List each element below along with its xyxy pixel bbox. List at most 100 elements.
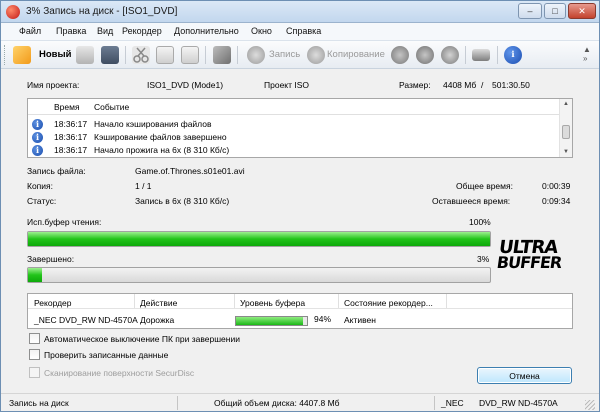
- close-button[interactable]: ✕: [568, 3, 596, 19]
- scroll-down-icon[interactable]: ▼: [563, 149, 569, 155]
- log-scrollbar[interactable]: ▲ ▼: [559, 99, 572, 157]
- toolbar-separator: [497, 46, 498, 64]
- paste-icon[interactable]: [181, 46, 199, 64]
- verify-data-label: Проверить записанные данные: [44, 350, 169, 360]
- burn-disc-icon[interactable]: [247, 46, 265, 64]
- col-recorder[interactable]: Рекордер: [34, 298, 72, 308]
- menu-window[interactable]: Окно: [251, 26, 272, 36]
- toolbar: Новый Запись Копирование i ▲»: [1, 41, 599, 69]
- new-button[interactable]: Новый: [39, 49, 71, 60]
- status-drive-prefix: _NEC: [441, 398, 464, 408]
- column-divider: [338, 294, 339, 308]
- status-disk-total: Общий объем диска: 4407.8 Мб: [214, 398, 340, 408]
- recorder-table-header: Рекордер Действие Уровень буфера Состоян…: [28, 294, 572, 309]
- info-icon: i: [32, 145, 43, 156]
- read-buffer-fill: [28, 232, 490, 246]
- eject-icon[interactable]: [441, 46, 459, 64]
- recorder-buffer-fill: [236, 317, 303, 325]
- cancel-button[interactable]: Отмена: [477, 367, 572, 384]
- project-name-label: Имя проекта:: [27, 80, 80, 90]
- maximize-button[interactable]: □: [544, 3, 566, 19]
- remaining-time-value: 0:09:34: [542, 196, 571, 206]
- completed-percent: 3%: [477, 254, 490, 264]
- burn-window: 3% Запись на диск - [ISO1_DVD] ‒ □ ✕ Фай…: [0, 0, 600, 412]
- completed-fill: [28, 268, 42, 282]
- logo-line2: BUFFER: [495, 253, 563, 272]
- recorder-buffer-bar: [235, 316, 308, 326]
- copy-label: Копия:: [27, 181, 53, 191]
- completed-progress: [27, 267, 491, 283]
- status-value: Запись в 6х (8 310 Кб/с): [135, 196, 230, 206]
- read-buffer-progress: [27, 231, 491, 247]
- total-time-value: 0:00:39: [542, 181, 571, 191]
- menu-recorder[interactable]: Рекордер: [122, 26, 162, 36]
- copy-disc-button[interactable]: Копирование: [327, 49, 385, 60]
- erase-disc-icon[interactable]: [416, 46, 434, 64]
- log-event: Кэширование файлов завершено: [94, 132, 227, 142]
- log-time: 18:36:17: [54, 119, 88, 129]
- total-time-label: Общее время:: [456, 181, 513, 191]
- minimize-button[interactable]: ‒: [518, 3, 542, 19]
- window-title: 3% Запись на диск - [ISO1_DVD]: [26, 6, 178, 17]
- log-col-time[interactable]: Время: [54, 102, 80, 112]
- project-size-separator: /: [481, 80, 484, 90]
- recorder-state: Активен: [344, 315, 376, 325]
- col-action[interactable]: Действие: [140, 298, 177, 308]
- new-project-icon[interactable]: [13, 46, 31, 64]
- open-folder-icon[interactable]: [76, 46, 94, 64]
- status-drive-name: DVD_RW ND-4570A: [479, 398, 558, 408]
- nero-app-icon: [6, 5, 20, 19]
- recorder-buffer-percent: 94%: [314, 314, 332, 324]
- log-time: 18:36:17: [54, 145, 88, 155]
- securdisc-scan-checkbox: [29, 367, 40, 378]
- scroll-up-icon[interactable]: ▲: [563, 101, 569, 107]
- verify-data-checkbox[interactable]: [29, 349, 40, 360]
- info-icon[interactable]: i: [504, 46, 522, 64]
- menu-view[interactable]: Вид: [97, 26, 113, 36]
- menu-edit[interactable]: Правка: [56, 26, 86, 36]
- event-log-panel[interactable]: Время Событие i 18:36:17 Начало кэширова…: [27, 98, 573, 158]
- toolbar-separator: [125, 46, 126, 64]
- menu-help[interactable]: Справка: [286, 26, 321, 36]
- toolbar-overflow-icon[interactable]: ▲»: [583, 45, 591, 63]
- column-divider: [234, 294, 235, 308]
- col-buffer-level[interactable]: Уровень буфера: [240, 298, 305, 308]
- copy-value: 1 / 1: [135, 181, 152, 191]
- log-col-event[interactable]: Событие: [94, 102, 129, 112]
- save-disk-icon[interactable]: [101, 46, 119, 64]
- auto-shutdown-label: Автоматическое выключение ПК при заверше…: [44, 334, 240, 344]
- menu-file[interactable]: Файл: [19, 26, 41, 36]
- log-row: i 18:36:17 Кэширование файлов завершено: [28, 131, 556, 144]
- log-row: i 18:36:17 Начало прожига на 6х (8 310 К…: [28, 144, 556, 157]
- auto-shutdown-checkbox[interactable]: [29, 333, 40, 344]
- toolbar-separator: [465, 46, 466, 64]
- file-value: Game.of.Thrones.s01e01.avi: [135, 166, 245, 176]
- burn-tool-icon[interactable]: [213, 46, 231, 64]
- recorder-name: _NEC DVD_RW ND-4570A: [34, 315, 138, 325]
- copy-icon[interactable]: [156, 46, 174, 64]
- menu-extras[interactable]: Дополнительно: [174, 26, 239, 36]
- resize-grip-icon[interactable]: [585, 400, 595, 410]
- log-header: Время Событие: [28, 99, 572, 115]
- log-event: Начало прожига на 6х (8 310 Кб/с): [94, 145, 230, 155]
- cut-icon[interactable]: [132, 46, 150, 64]
- scroll-thumb[interactable]: [562, 125, 570, 139]
- burn-button[interactable]: Запись: [269, 49, 300, 60]
- status-label: Статус:: [27, 196, 57, 206]
- project-name-value: ISO1_DVD (Mode1): [147, 80, 224, 90]
- recorder-table: Рекордер Действие Уровень буфера Состоян…: [27, 293, 573, 329]
- disc-info-icon[interactable]: [391, 46, 409, 64]
- col-recorder-state[interactable]: Состояние рекордер...: [344, 298, 433, 308]
- project-type-value: Проект ISO: [264, 80, 310, 90]
- toolbar-separator: [237, 46, 238, 64]
- drive-icon[interactable]: [472, 49, 490, 61]
- menu-bar: Файл Правка Вид Рекордер Дополнительно О…: [1, 23, 599, 41]
- log-time: 18:36:17: [54, 132, 88, 142]
- column-divider: [134, 294, 135, 308]
- completed-label: Завершено:: [27, 254, 75, 264]
- toolbar-grip: [4, 45, 7, 65]
- copy-disc-icon[interactable]: [307, 46, 325, 64]
- remaining-time-label: Оставшееся время:: [432, 196, 511, 206]
- project-duration-value: 501:30.50: [492, 80, 530, 90]
- status-separator: [177, 396, 178, 410]
